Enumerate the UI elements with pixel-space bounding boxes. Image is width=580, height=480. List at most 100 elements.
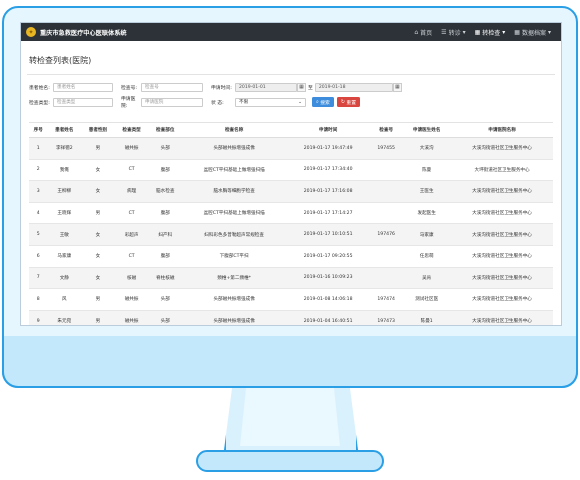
column-header: 申请时间 — [286, 122, 371, 138]
table-cell: 男 — [81, 137, 115, 160]
table-row[interactable]: 1 李祥徳2 男磁共振 头部 头部磁共振增强成像 2019-01-17 19:47:49 1… — [29, 137, 553, 160]
table-cell: 头部磁共振增强成像 — [182, 288, 287, 311]
table-cell: 4 — [29, 201, 48, 224]
table-cell: CT — [114, 201, 149, 224]
table-row[interactable]: 2 我俺女 CT 腹部 盆腔CT平扫基础上做增强扫描 2019-01-17 17:34:4… — [29, 158, 553, 181]
table-cell: 风 — [47, 288, 82, 311]
table-cell: 女 — [81, 158, 115, 181]
table-cell — [370, 201, 403, 224]
chevron-down-icon: ⌄ — [298, 99, 302, 105]
patient-name-input[interactable]: 患者姓名 — [53, 82, 113, 92]
table-cell: 9 — [29, 309, 48, 325]
table-cell: 测试社区医 — [402, 288, 452, 311]
calendar-icon[interactable]: ▦ — [297, 82, 306, 92]
table-cell: 脑水胸等细胞学检查 — [182, 180, 287, 203]
table-cell: 2019-01-04 16:40:51 — [286, 309, 371, 325]
table-row[interactable]: 5 王敏女彩超声 妇产科 妇科彩色多普勒超声常规检查 2019-01-17 10:10:… — [29, 223, 553, 246]
table-row[interactable]: 8 风男磁共振 头部 头部磁共振增强成像 2019-01-08 14:06:18 1974… — [29, 288, 553, 311]
table-cell: 盆腔CT平扫基础上做增强扫描 — [182, 201, 287, 224]
table-cell: 朱元宛 — [47, 309, 82, 325]
table-cell: 王医生 — [402, 180, 452, 203]
table-cell: 王柳柳 — [47, 180, 82, 203]
top-navbar: ✦ 重庆市急救医疗中心医联体系统 ⌂ 首页 ☰ 转诊 ▾ ▦ 转检查 ▾ ▦ 数据档案 ▾ — [21, 23, 561, 41]
app-title: 重庆市急救医疗中心医联体系统 — [40, 29, 127, 37]
table-cell: 马家康 — [47, 244, 82, 268]
table-cell: 大坪街道社区卫生服务中心 — [451, 158, 553, 181]
date-from-input[interactable]: 2019-01-01 — [235, 82, 297, 92]
table-cell: 197473 — [370, 309, 403, 325]
table-cell — [370, 244, 403, 268]
table-cell: 女 — [81, 223, 115, 246]
page-title: 转检查列表(医院) — [27, 41, 555, 75]
table-row[interactable]: 9 朱元宛男磁共振 头部 头部磁共振增强成像 2019-01-04 16:40:51 19… — [29, 309, 553, 325]
table-cell: 2019-01-17 19:47:49 — [286, 137, 371, 160]
exam-type-input[interactable]: 检查类型 — [53, 97, 113, 107]
caret-down-icon: ▾ — [502, 28, 506, 36]
apply-hospital-input[interactable]: 申请医院 — [141, 97, 203, 107]
table-cell: 7 — [29, 266, 48, 289]
table-cell: 2019-01-17 10:10:51 — [286, 223, 371, 246]
apply-hospital-label: 申请医院: — [121, 97, 136, 109]
nav-item-data-archive[interactable]: ▦ 数据档案 ▾ — [514, 28, 551, 37]
table-cell: 女 — [81, 244, 115, 268]
table-cell — [370, 266, 403, 289]
table-cell — [370, 180, 403, 203]
caret-down-icon: ▾ — [462, 28, 466, 36]
table-row[interactable]: 6 马家康女 CT 腹部 下腹部CT平扫 2019-01-17 09:20:55 任思萌 大溪… — [29, 244, 553, 268]
reset-button[interactable]: ↻ 重置 — [336, 97, 360, 107]
nav-item-home[interactable]: ⌂ 首页 — [414, 28, 432, 37]
table-cell: 大溪沟街道社区卫生服务中心 — [451, 201, 553, 224]
table-cell: 王敏 — [47, 223, 82, 246]
table-cell: CT — [114, 158, 149, 181]
calendar-icon[interactable]: ▦ — [392, 82, 402, 92]
status-label: 状 态: — [211, 100, 224, 106]
table-cell: 病理 — [114, 180, 149, 203]
nav-item-referral[interactable]: ☰ 转诊 ▾ — [441, 28, 465, 37]
table-cell: 头部磁共振增强成像 — [182, 309, 287, 325]
table-cell: 腹部 — [148, 201, 183, 224]
exam-no-label: 检查号: — [121, 85, 138, 91]
table-cell: 2019-01-17 09:20:55 — [286, 244, 371, 268]
table-row[interactable]: 4 王晓辉男 CT 腹部 盆腔CT平扫基础上做增强扫描 2019-01-17 17:14:… — [29, 201, 553, 224]
table-cell: 陈曼 — [402, 158, 452, 181]
table-cell: 颈椎+第二颈椎* — [182, 266, 287, 289]
table-cell: 大溪沟街道社区卫生服务中心 — [451, 309, 553, 325]
grid-icon: ▦ — [514, 28, 520, 36]
table-cell: 彩超声 — [114, 223, 149, 246]
exam-transfer-table: 序号 患者姓名 患者性别 检查类型 检查部位 检查名称 申请时间 检查号 申请医生姓名 申请医院名… — [29, 122, 553, 325]
column-header: 申请医院名称 — [451, 122, 553, 138]
table-cell: 男 — [81, 201, 115, 224]
status-select[interactable]: 不限 ⌄ — [235, 97, 306, 107]
monitor-chin — [2, 336, 578, 388]
table-cell: 发起医生 — [402, 201, 452, 224]
grid-icon: ▦ — [474, 28, 481, 36]
apply-time-label: 申请时间: — [211, 85, 232, 91]
monitor-stand-base — [196, 450, 384, 472]
filter-form: 患者姓名: 患者姓名 检查号: 检查号 申请时间: 2019-01-01 ▦ 至… — [21, 75, 561, 109]
patient-name-label: 患者姓名: — [29, 85, 50, 91]
table-row[interactable]: 7 文静女核磁 脊柱核磁 颈椎+第二颈椎* 2019-01-16 10:09:23 吴肯大… — [29, 266, 553, 289]
table-cell: 腹部 — [148, 158, 183, 181]
table-cell: 197455 — [370, 137, 403, 160]
table-cell: 大溪沟街道社区卫生服务中心 — [451, 266, 553, 289]
table-cell: 腹部 — [148, 244, 183, 268]
table-cell: 盆腔CT平扫基础上做增强扫描 — [182, 158, 287, 181]
table-cell: 男 — [81, 309, 115, 325]
nav-item-exam-transfer[interactable]: ▦ 转检查 ▾ — [475, 28, 506, 37]
table-cell: 2019-01-08 14:06:18 — [286, 288, 371, 311]
table-cell: 女 — [81, 266, 115, 289]
table-cell: 妇科彩色多普勒超声常规检查 — [182, 223, 287, 246]
search-button[interactable]: ⌕ 搜索 — [312, 97, 334, 107]
table-cell: CT — [114, 244, 149, 268]
table-cell: 197474 — [370, 288, 403, 311]
table-cell: 头部 — [148, 309, 183, 325]
date-separator: 至 — [308, 85, 313, 91]
table-cell: 脑水检查 — [148, 180, 183, 203]
column-header: 患者姓名 — [47, 122, 82, 138]
screen: ✦ 重庆市急救医疗中心医联体系统 ⌂ 首页 ☰ 转诊 ▾ ▦ 转检查 ▾ ▦ 数据档案 ▾ 转… — [20, 22, 562, 326]
date-to-input[interactable]: 2019-01-18 — [314, 82, 393, 92]
table-cell: 197476 — [370, 223, 403, 246]
table-row[interactable]: 3 王柳柳女病理 脑水检查 脑水胸等细胞学检查 2019-01-17 17:16:08 王… — [29, 180, 553, 203]
table-cell: 磁共振 — [114, 137, 149, 160]
exam-no-input[interactable]: 检查号 — [141, 82, 203, 92]
